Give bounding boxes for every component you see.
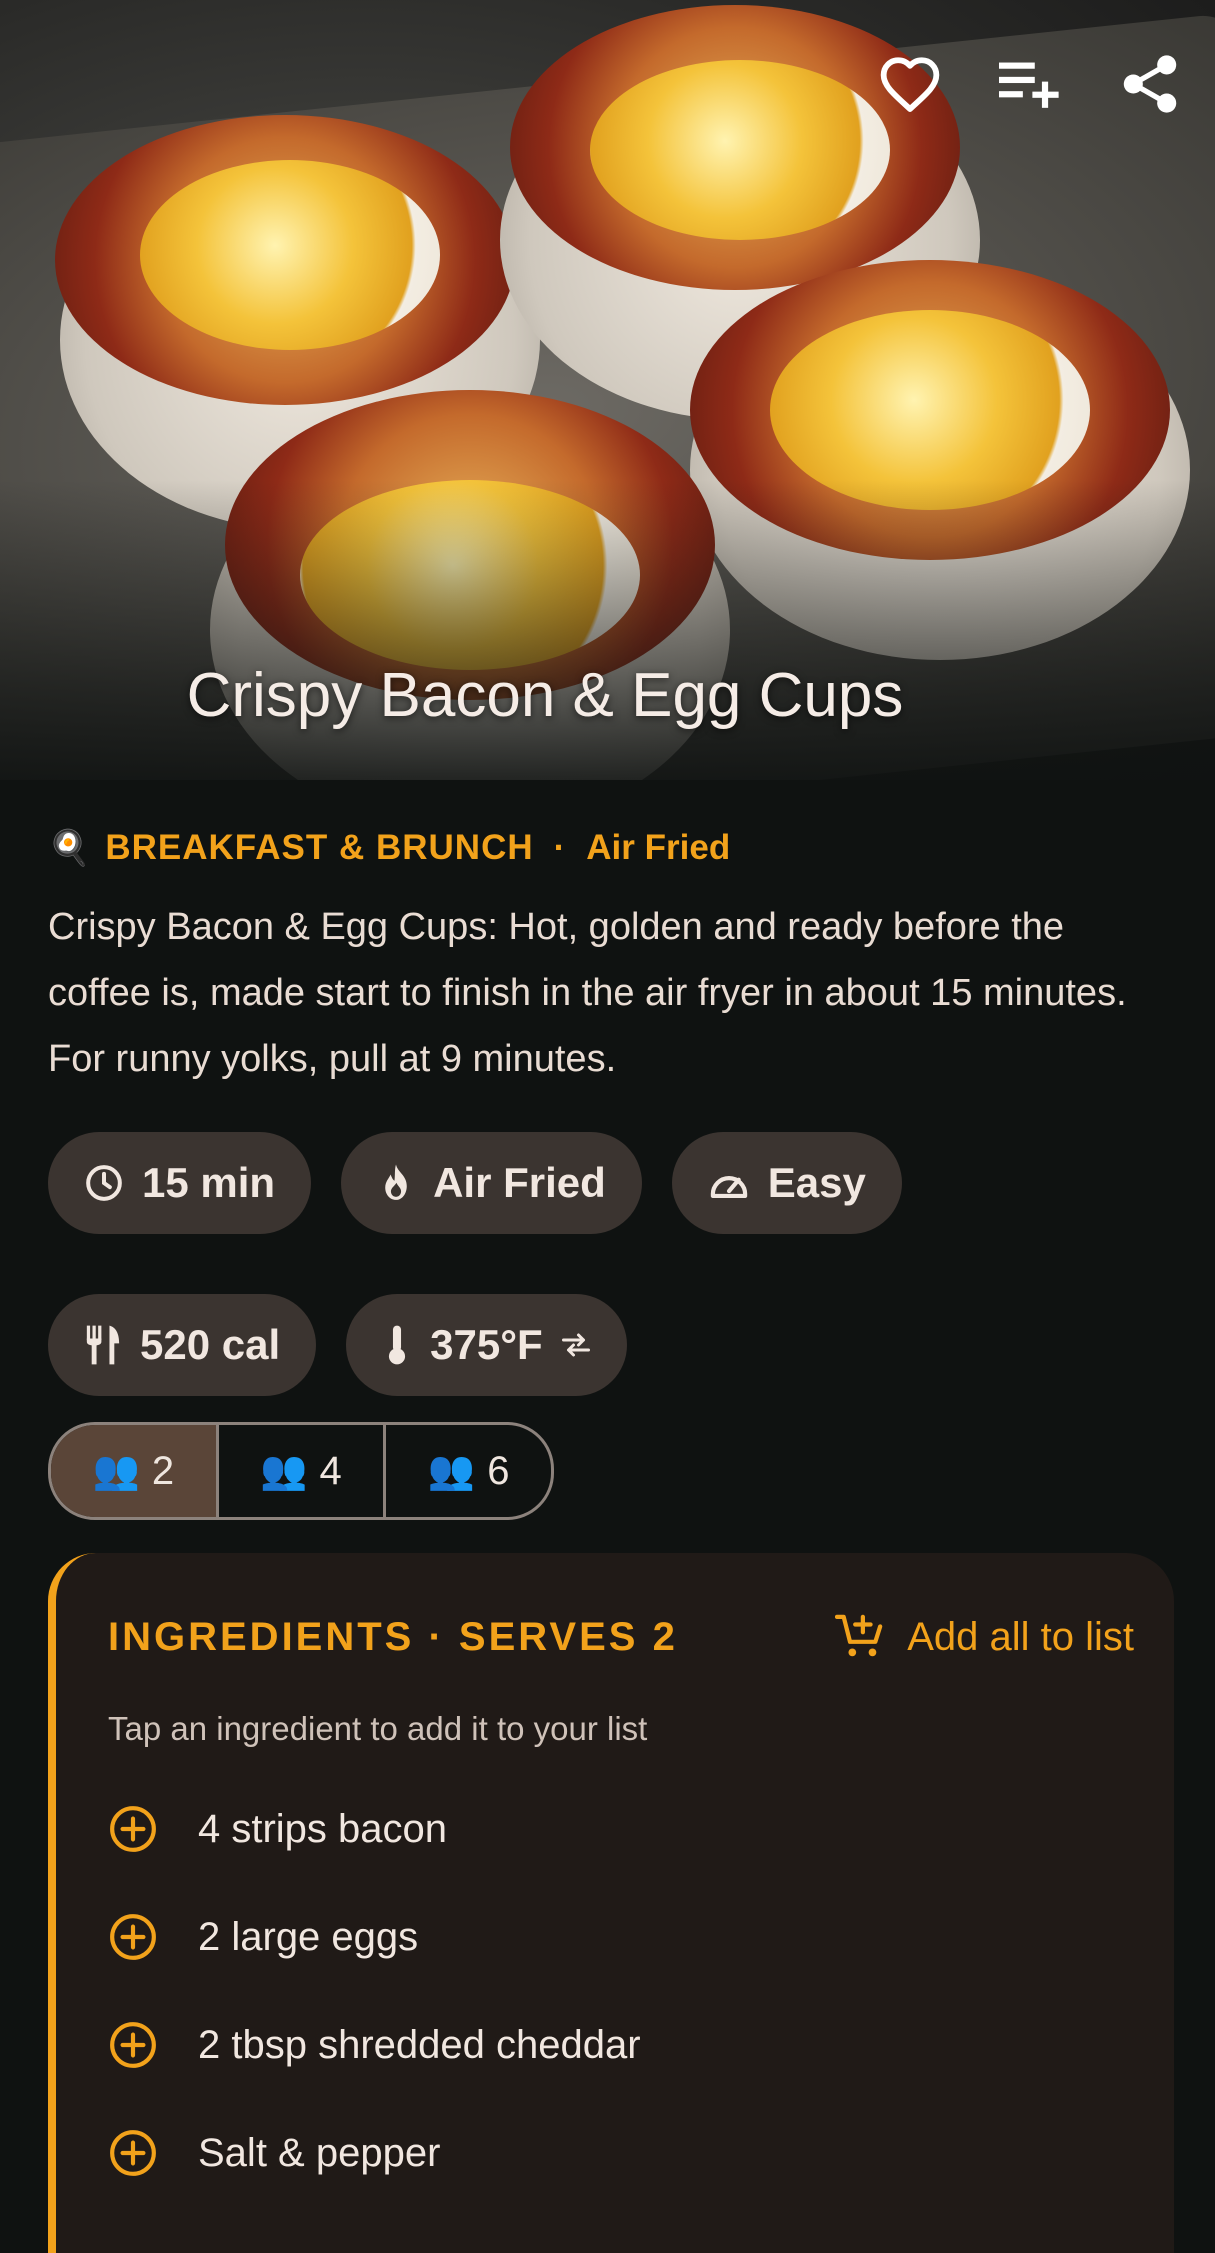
add-circle-icon — [110, 2130, 156, 2176]
temperature-value: 375°F — [430, 1321, 543, 1368]
clock-icon — [86, 1165, 122, 1201]
servings-value: 4 — [319, 1448, 342, 1493]
ingredient-label: Salt & pepper — [198, 2130, 441, 2175]
difficulty-value: Easy — [767, 1159, 866, 1206]
time-value: 15 min — [142, 1159, 276, 1206]
servings-option-4[interactable]: 👥 4 — [219, 1425, 387, 1517]
add-circle-icon — [110, 1914, 156, 1960]
method-chip[interactable]: Air Fried — [341, 1132, 642, 1234]
add-to-list-button[interactable] — [985, 48, 1075, 120]
recipe-details: 🍳 BREAKFAST & BRUNCH · Air Fried Crispy … — [48, 780, 1168, 1520]
cart-add-icon — [835, 1614, 883, 1657]
ingredient-item[interactable]: 2 tbsp shredded cheddar — [108, 1991, 1108, 2099]
ingredient-item[interactable]: Salt & pepper — [108, 2099, 1108, 2207]
difficulty-chip[interactable]: Easy — [671, 1132, 902, 1234]
ingredients-hint: Tap an ingredient to add it to your list — [108, 1710, 648, 1747]
hero-gradient — [0, 480, 1215, 780]
time-chip[interactable]: 15 min — [48, 1132, 312, 1234]
speedometer-icon — [710, 1176, 748, 1199]
hero-image: Crispy Bacon & Egg Cups — [0, 0, 1215, 780]
method-label: Air Fried — [586, 828, 731, 867]
ingredients-title: INGREDIENTS · SERVES 2 — [108, 1614, 678, 1659]
servings-value: 6 — [487, 1448, 510, 1493]
playlist-add-icon — [999, 62, 1059, 108]
ingredient-item[interactable]: 4 strips bacon — [108, 1775, 1108, 1883]
ingredients-header: INGREDIENTS · SERVES 2 Add all to list — [108, 1613, 1134, 1661]
ingredient-label: 2 tbsp shredded cheddar — [198, 2022, 641, 2067]
category-separator: · — [553, 828, 567, 867]
people-icon: 👥 — [92, 1450, 140, 1492]
recipe-title: Crispy Bacon & Egg Cups — [186, 661, 904, 730]
temperature-chip[interactable]: 375°F — [346, 1294, 627, 1396]
servings-value: 2 — [151, 1448, 175, 1493]
category-row: 🍳 BREAKFAST & BRUNCH · Air Fried — [48, 828, 1168, 868]
hero-actions — [865, 48, 1195, 120]
ingredient-item[interactable]: 2 large eggs — [108, 1883, 1108, 1991]
share-icon — [1123, 55, 1177, 113]
flame-icon — [385, 1164, 407, 1200]
people-icon: 👥 — [260, 1450, 308, 1492]
people-icon: 👥 — [427, 1450, 476, 1492]
frying-pan-icon: 🍳 — [48, 829, 92, 867]
servings-option-2[interactable]: 👥 2 — [51, 1425, 219, 1517]
swap-units-icon[interactable] — [561, 1332, 591, 1358]
servings-selector: 👥 2 👥 4 👥 6 — [48, 1422, 554, 1520]
method-value: Air Fried — [433, 1159, 606, 1206]
heart-outline-icon — [880, 57, 940, 112]
share-button[interactable] — [1105, 48, 1195, 120]
thermometer-icon — [389, 1325, 406, 1365]
egg-shape — [590, 60, 890, 240]
egg-shape — [140, 160, 440, 350]
ingredient-label: 2 large eggs — [198, 1914, 419, 1959]
add-circle-icon — [110, 1806, 156, 1852]
add-all-button[interactable]: Add all to list — [835, 1613, 1134, 1661]
category-label: BREAKFAST & BRUNCH — [105, 828, 534, 867]
recipe-description: Crispy Bacon & Egg Cups: Hot, golden and… — [48, 906, 1127, 1080]
favorite-button[interactable] — [865, 48, 955, 120]
calories-chip[interactable]: 520 cal — [48, 1294, 317, 1396]
add-circle-icon — [110, 2022, 156, 2068]
info-chips: 15 min Air Fried Easy 520 cal 375°F — [48, 1132, 1168, 1396]
servings-option-6[interactable]: 👥 6 — [386, 1425, 551, 1517]
ingredient-label: 4 strips bacon — [198, 1806, 448, 1851]
ingredients-card: INGREDIENTS · SERVES 2 Add all to list T… — [48, 1553, 1174, 2253]
calories-value: 520 cal — [140, 1321, 281, 1368]
add-all-label: Add all to list — [907, 1614, 1134, 1659]
fork-knife-icon — [86, 1325, 120, 1365]
ingredient-list: 4 strips bacon 2 large eggs 2 tbsp shred… — [108, 1775, 1108, 2207]
